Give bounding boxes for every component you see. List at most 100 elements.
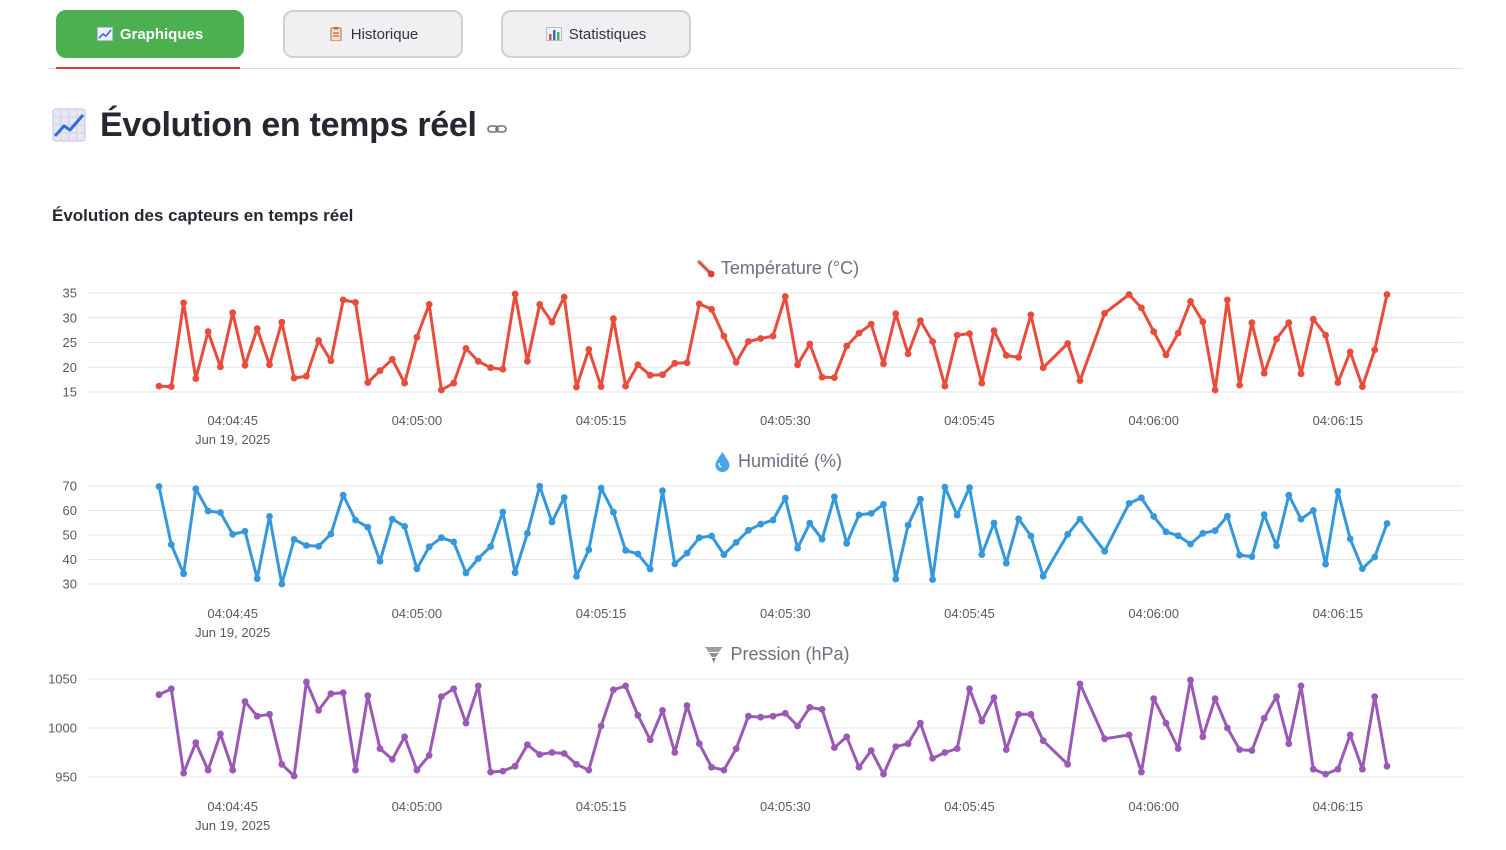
data-point xyxy=(1334,488,1342,495)
data-point xyxy=(229,530,237,538)
data-point xyxy=(327,530,335,538)
data-point xyxy=(1236,551,1243,559)
data-point xyxy=(1101,309,1108,317)
data-point xyxy=(1359,383,1366,390)
data-point xyxy=(1187,298,1194,305)
data-point xyxy=(843,733,851,741)
data-point xyxy=(364,379,372,386)
data-point xyxy=(1174,329,1182,337)
data-point xyxy=(1224,724,1231,732)
data-point xyxy=(769,712,777,720)
data-point xyxy=(155,382,163,390)
x-tick-label: 04:05:45 xyxy=(944,606,995,621)
x-date-label: Jun 19, 2025 xyxy=(195,818,270,833)
y-tick-label: 50 xyxy=(63,528,77,543)
data-point xyxy=(1273,693,1280,700)
data-point xyxy=(1125,291,1133,298)
data-point xyxy=(1150,328,1158,335)
data-point xyxy=(781,293,789,300)
data-point xyxy=(167,685,175,693)
data-point xyxy=(315,542,322,550)
data-point xyxy=(818,535,826,543)
x-tick-label: 04:06:00 xyxy=(1128,606,1179,621)
data-point xyxy=(192,375,200,382)
y-tick-label: 1050 xyxy=(48,672,77,687)
data-point xyxy=(450,685,458,693)
data-point xyxy=(953,745,961,752)
data-point xyxy=(204,766,212,774)
data-point xyxy=(917,719,924,727)
data-point xyxy=(425,301,433,308)
data-point xyxy=(585,766,593,774)
data-point xyxy=(192,485,200,493)
data-point xyxy=(1064,340,1072,347)
data-point xyxy=(1285,491,1293,499)
data-point xyxy=(1309,315,1317,323)
data-point xyxy=(204,507,212,515)
data-point xyxy=(917,317,924,325)
data-point xyxy=(867,320,875,328)
data-point xyxy=(573,573,580,580)
data-point xyxy=(1371,693,1379,700)
data-point xyxy=(634,361,642,369)
data-point xyxy=(376,557,384,565)
data-point xyxy=(1211,386,1219,394)
data-point xyxy=(548,318,556,326)
data-point xyxy=(843,342,851,350)
data-point xyxy=(462,569,470,577)
data-point xyxy=(794,722,801,730)
data-point xyxy=(339,296,347,304)
data-point xyxy=(511,762,519,770)
data-point xyxy=(1224,512,1231,520)
y-tick-label: 15 xyxy=(63,385,77,400)
x-tick-label: 04:05:30 xyxy=(760,413,811,428)
data-point xyxy=(880,501,887,508)
data-point xyxy=(867,747,875,754)
data-point xyxy=(425,543,433,551)
data-point xyxy=(966,484,973,491)
data-point xyxy=(413,565,421,573)
data-point xyxy=(720,551,728,558)
data-point xyxy=(1236,381,1243,389)
data-point xyxy=(990,519,998,527)
data-point xyxy=(1002,559,1010,567)
data-point xyxy=(732,745,740,752)
data-point xyxy=(524,741,531,749)
x-tick-label: 04:06:00 xyxy=(1128,799,1179,814)
data-point xyxy=(536,751,544,758)
data-point xyxy=(683,359,691,367)
data-point xyxy=(953,331,961,339)
data-point xyxy=(204,328,212,335)
data-point xyxy=(708,532,715,540)
data-point xyxy=(769,332,777,340)
data-point xyxy=(597,484,605,492)
data-point xyxy=(180,299,188,307)
data-point xyxy=(315,337,322,344)
data-point xyxy=(953,511,961,519)
data-point xyxy=(781,709,789,717)
data-point xyxy=(303,542,310,549)
data-point xyxy=(290,374,298,382)
data-point xyxy=(941,382,949,390)
data-point xyxy=(401,733,408,741)
data-point xyxy=(401,379,408,387)
data-point xyxy=(290,772,298,780)
data-point xyxy=(1273,542,1280,550)
y-tick-label: 60 xyxy=(63,503,77,518)
data-point xyxy=(966,330,973,337)
data-point xyxy=(1138,768,1145,776)
data-point xyxy=(745,526,752,534)
data-point xyxy=(757,520,765,528)
data-point xyxy=(1211,695,1219,702)
data-point xyxy=(1334,765,1342,773)
data-point xyxy=(438,534,445,542)
data-point xyxy=(966,685,973,693)
data-point xyxy=(843,539,851,547)
x-tick-label: 04:05:45 xyxy=(944,413,995,428)
data-point xyxy=(364,523,372,531)
data-point xyxy=(929,338,936,345)
data-point xyxy=(1199,733,1207,741)
data-point xyxy=(229,766,237,774)
data-point xyxy=(474,555,482,562)
data-point xyxy=(487,543,494,550)
